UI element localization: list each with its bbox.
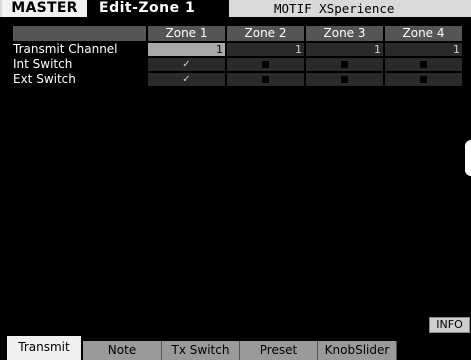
title-bar: MASTER Edit-Zone 1 MOTIF XSperience: [0, 0, 471, 17]
tab-preset[interactable]: Preset: [240, 341, 318, 360]
tab-tx-switch[interactable]: Tx Switch: [162, 341, 240, 360]
int-switch-zone-4[interactable]: [385, 58, 462, 71]
zone-header-2: Zone 2: [227, 26, 304, 41]
transmit-channel-zone-3[interactable]: 1: [306, 43, 383, 56]
tab-knobslider[interactable]: KnobSlider: [318, 341, 397, 360]
int-switch-zone-2[interactable]: [227, 58, 304, 71]
checkmark-icon: ✓: [182, 74, 191, 85]
screen-title: Edit-Zone 1: [87, 0, 229, 17]
unchecked-box-icon: [341, 60, 348, 68]
row-label-transmit-channel: Transmit Channel: [13, 42, 118, 56]
row-label-ext-switch: Ext Switch: [13, 72, 76, 86]
tab-bar: Transmit Note Tx Switch Preset KnobSlide…: [0, 336, 471, 360]
mode-label: MASTER: [2, 0, 87, 17]
transmit-channel-zone-2[interactable]: 1: [227, 43, 304, 56]
unchecked-box-icon: [420, 60, 427, 68]
int-switch-zone-1[interactable]: ✓: [148, 58, 225, 71]
transmit-channel-zone-4[interactable]: 1: [385, 43, 462, 56]
zone-header-4: Zone 4: [385, 26, 462, 41]
ext-switch-zone-4[interactable]: [385, 73, 462, 86]
ext-switch-zone-3[interactable]: [306, 73, 383, 86]
ext-switch-zone-2[interactable]: [227, 73, 304, 86]
tab-transmit[interactable]: Transmit: [7, 336, 82, 360]
unchecked-box-icon: [341, 75, 348, 83]
transmit-channel-zone-1[interactable]: 1: [148, 43, 225, 56]
program-name: MOTIF XSperience: [274, 1, 395, 16]
zone-header-1: Zone 1: [148, 26, 225, 41]
zone-header-row: Zone 1 Zone 2 Zone 3 Zone 4: [13, 26, 467, 41]
unchecked-box-icon: [420, 75, 427, 83]
tab-note[interactable]: Note: [83, 341, 162, 360]
int-switch-zone-3[interactable]: [306, 58, 383, 71]
scroll-indicator: [465, 140, 471, 176]
info-button[interactable]: INFO: [429, 317, 470, 333]
unchecked-box-icon: [262, 75, 269, 83]
row-label-int-switch: Int Switch: [13, 57, 73, 71]
ext-switch-zone-1[interactable]: ✓: [148, 73, 225, 86]
zone-header-3: Zone 3: [306, 26, 383, 41]
checkmark-icon: ✓: [182, 59, 191, 70]
header-blank: [13, 26, 146, 41]
unchecked-box-icon: [262, 60, 269, 68]
